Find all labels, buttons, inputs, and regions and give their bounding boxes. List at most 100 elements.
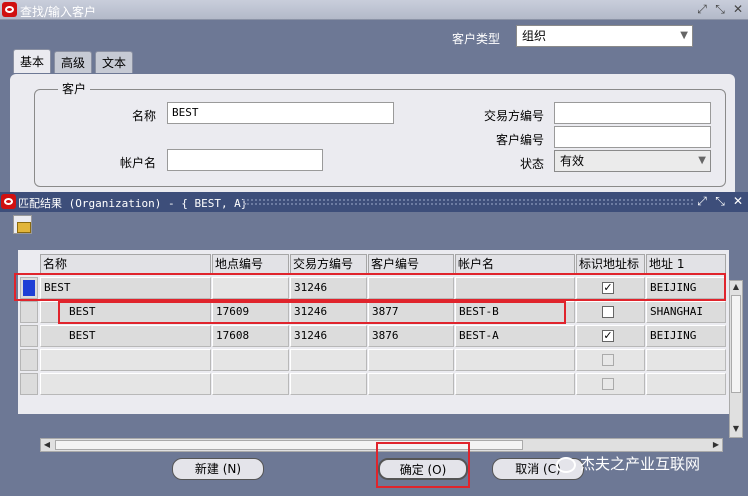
column-header-flag[interactable]: 标识地址标	[576, 254, 645, 274]
checkbox-disabled	[602, 354, 614, 366]
row-selector[interactable]	[20, 325, 38, 347]
new-button[interactable]: 新建 (N)	[172, 458, 264, 480]
column-header-name[interactable]: 名称	[40, 254, 211, 274]
dropdown-arrow-icon: ▼	[698, 155, 706, 166]
status-label: 状态	[519, 157, 544, 171]
table-cell-flag	[576, 349, 645, 371]
row-selector[interactable]	[20, 349, 38, 371]
table-cell-name[interactable]: BEST	[40, 301, 211, 323]
open-folder-icon[interactable]	[13, 215, 32, 234]
results-title: 匹配结果 (Organization) - { BEST, A}	[18, 197, 248, 210]
table-cell-party[interactable]: 31246	[290, 325, 367, 347]
watermark: 杰夫之产业互联网	[556, 452, 736, 476]
table-cell-account[interactable]	[455, 277, 575, 299]
table-cell-flag	[576, 301, 645, 323]
customer-number-label: 客户编号	[495, 133, 544, 147]
name-field[interactable]: BEST	[167, 102, 394, 124]
checkbox-checked[interactable]: ✓	[602, 282, 614, 294]
vertical-scrollbar[interactable]: ▲ ▼	[729, 280, 743, 438]
close-icon[interactable]: ✕	[732, 194, 744, 209]
checkbox-disabled	[602, 378, 614, 390]
column-header-site[interactable]: 地点编号	[212, 254, 289, 274]
table-cell-empty[interactable]	[455, 349, 575, 371]
table-cell-empty[interactable]	[290, 373, 367, 395]
trading-party-field[interactable]	[554, 102, 711, 124]
customer-type-select[interactable]: 组织 ▼	[516, 25, 693, 47]
table-cell-name[interactable]: BEST	[40, 277, 211, 299]
table-cell-flag: ✓	[576, 325, 645, 347]
find-customer-title-bar: 查找/输入客户 ⤢ ⤡ ✕	[0, 0, 748, 20]
table-cell-site[interactable]: 17608	[212, 325, 289, 347]
table-cell-flag: ✓	[576, 277, 645, 299]
column-header-account[interactable]: 帐户名	[455, 254, 575, 274]
table-cell-site[interactable]: 17609	[212, 301, 289, 323]
table-cell-account[interactable]: BEST-A	[455, 325, 575, 347]
trading-party-label: 交易方编号	[483, 109, 544, 123]
table-cell-empty[interactable]	[646, 373, 726, 395]
wechat-icon	[556, 456, 576, 473]
account-name-field[interactable]	[167, 149, 323, 171]
row-selector[interactable]	[20, 277, 38, 299]
status-value: 有效	[560, 154, 585, 168]
table-cell-empty[interactable]	[646, 349, 726, 371]
oracle-logo-icon	[2, 2, 17, 17]
results-title-bar: 匹配结果 (Organization) - { BEST, A} ⤢ ⤡ ✕	[0, 192, 748, 212]
dropdown-arrow-icon: ▼	[680, 30, 688, 41]
scroll-up-icon[interactable]: ▲	[730, 281, 742, 293]
tab-body: 客户 名称 BEST 帐户名 交易方编号 客户编号 状态 有效 ▼	[10, 74, 735, 192]
vertical-scroll-thumb[interactable]	[731, 295, 741, 393]
horizontal-scroll-thumb[interactable]	[55, 440, 523, 450]
table-cell-empty[interactable]	[290, 349, 367, 371]
checkbox-checked[interactable]: ✓	[602, 330, 614, 342]
table-cell-flag	[576, 373, 645, 395]
table-cell-empty[interactable]	[368, 373, 454, 395]
search-tabs: 基本 高级 文本	[13, 49, 134, 73]
name-label: 名称	[131, 109, 156, 123]
table-cell-address[interactable]: SHANGHAI	[646, 301, 726, 323]
column-header-customer[interactable]: 客户编号	[368, 254, 454, 274]
table-cell-name[interactable]: BEST	[40, 325, 211, 347]
table-cell-empty[interactable]	[368, 349, 454, 371]
column-header-party[interactable]: 交易方编号	[290, 254, 367, 274]
row-selector[interactable]	[20, 373, 38, 395]
scroll-down-icon[interactable]: ▼	[730, 423, 742, 435]
title-bar-texture	[242, 198, 694, 206]
ok-button[interactable]: 确定 (O)	[378, 458, 468, 480]
row-selector[interactable]	[20, 301, 38, 323]
restore-icon[interactable]: ⤢	[696, 2, 708, 17]
horizontal-scrollbar[interactable]: ◀ ▶	[40, 438, 723, 452]
customer-number-field[interactable]	[554, 126, 711, 148]
table-cell-address[interactable]: BEIJING	[646, 325, 726, 347]
maximize-icon[interactable]: ⤡	[714, 2, 726, 17]
table-cell-party[interactable]: 31246	[290, 277, 367, 299]
scroll-right-icon[interactable]: ▶	[710, 439, 722, 451]
find-customer-panel: 客户类型 组织 ▼ 基本 高级 文本 客户 名称 BEST 帐户名 交易方编号 …	[0, 20, 748, 192]
tab-advanced[interactable]: 高级	[54, 51, 93, 73]
table-cell-empty[interactable]	[455, 373, 575, 395]
table-cell-empty[interactable]	[212, 349, 289, 371]
close-icon[interactable]: ✕	[732, 2, 744, 17]
checkbox-unchecked[interactable]	[602, 306, 614, 318]
table-cell-empty[interactable]	[40, 373, 211, 395]
restore-icon[interactable]: ⤢	[696, 194, 708, 209]
customer-type-label: 客户类型	[452, 32, 501, 46]
tab-basic[interactable]: 基本	[13, 49, 52, 73]
tab-text[interactable]: 文本	[95, 51, 134, 73]
table-cell-customer[interactable]	[368, 277, 454, 299]
scroll-left-icon[interactable]: ◀	[41, 439, 53, 451]
table-cell-party[interactable]: 31246	[290, 301, 367, 323]
table-cell-empty[interactable]	[212, 373, 289, 395]
table-cell-address[interactable]: BEIJING	[646, 277, 726, 299]
maximize-icon[interactable]: ⤡	[714, 194, 726, 209]
table-cell-customer[interactable]: 3877	[368, 301, 454, 323]
column-header-address[interactable]: 地址 1	[646, 254, 726, 274]
table-cell-account[interactable]: BEST-B	[455, 301, 575, 323]
customer-group-label: 客户	[58, 80, 91, 97]
table-cell-customer[interactable]: 3876	[368, 325, 454, 347]
results-grid: 名称 地点编号 交易方编号 客户编号 帐户名 标识地址标 地址 1 BEST 3…	[18, 250, 743, 452]
window-title: 查找/输入客户	[20, 5, 97, 19]
oracle-logo-icon	[1, 194, 16, 209]
table-cell-site[interactable]	[212, 277, 289, 299]
status-select[interactable]: 有效 ▼	[554, 150, 711, 172]
table-cell-empty[interactable]	[40, 349, 211, 371]
